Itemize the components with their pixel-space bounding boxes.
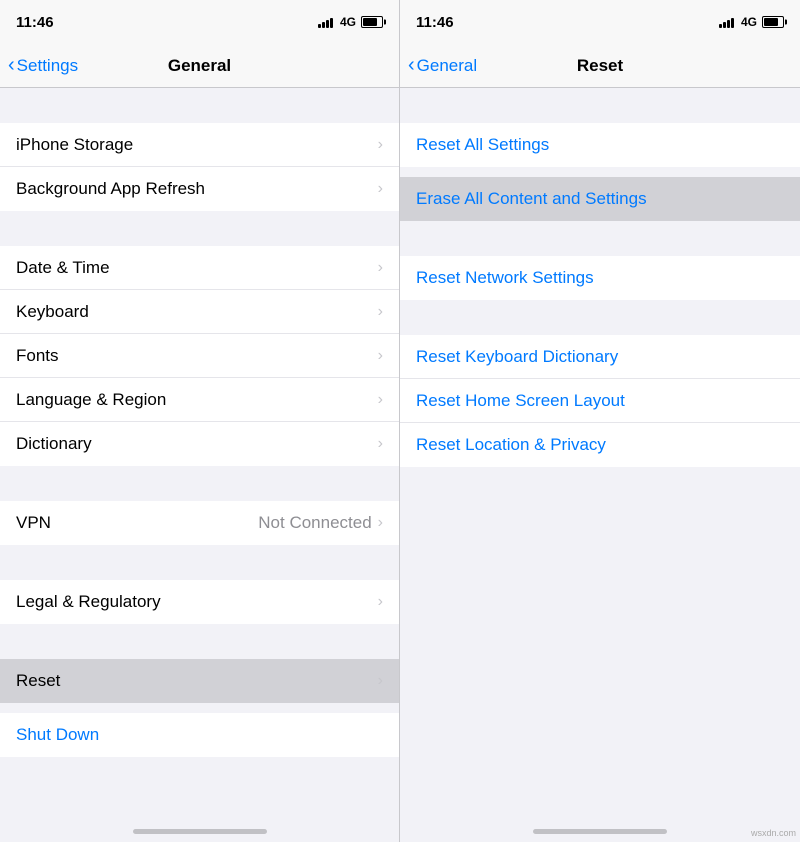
left-section-5: Reset ›	[0, 659, 399, 703]
iphone-storage-item[interactable]: iPhone Storage ›	[0, 123, 399, 167]
language-region-chevron-icon: ›	[378, 391, 383, 409]
reset-keyboard-dictionary-item[interactable]: Reset Keyboard Dictionary	[400, 335, 800, 379]
right-section-2: Erase All Content and Settings	[400, 177, 800, 221]
left-back-button[interactable]: ‹ Settings	[8, 55, 78, 77]
right-gap-2	[400, 167, 800, 177]
left-signal-icon	[318, 16, 333, 28]
right-battery-icon	[762, 16, 784, 28]
right-status-bar: 11:46 4G	[400, 0, 800, 44]
legal-regulatory-label: Legal & Regulatory	[16, 592, 378, 612]
left-gap-3	[0, 466, 399, 501]
right-time: 11:46	[416, 14, 454, 31]
left-time: 11:46	[16, 14, 54, 31]
left-gap-5	[0, 624, 399, 659]
date-time-chevron-icon: ›	[378, 259, 383, 277]
left-network-label: 4G	[340, 15, 356, 29]
fonts-chevron-icon: ›	[378, 347, 383, 365]
fonts-label: Fonts	[16, 346, 378, 366]
dictionary-label: Dictionary	[16, 434, 378, 454]
left-gap-2	[0, 211, 399, 246]
legal-regulatory-chevron-icon: ›	[378, 593, 383, 611]
language-region-item[interactable]: Language & Region ›	[0, 378, 399, 422]
keyboard-label: Keyboard	[16, 302, 378, 322]
left-section-2: Date & Time › Keyboard › Fonts › Languag…	[0, 246, 399, 466]
left-status-bar: 11:46 4G	[0, 0, 399, 44]
dictionary-chevron-icon: ›	[378, 435, 383, 453]
right-section-3: Reset Network Settings	[400, 256, 800, 300]
right-nav-title: Reset	[577, 56, 623, 76]
reset-home-screen-layout-label: Reset Home Screen Layout	[416, 391, 784, 411]
right-nav-bar: ‹ General Reset	[400, 44, 800, 88]
date-time-item[interactable]: Date & Time ›	[0, 246, 399, 290]
left-section-3: VPN Not Connected ›	[0, 501, 399, 545]
vpn-value: Not Connected	[258, 513, 371, 533]
reset-network-settings-label: Reset Network Settings	[416, 268, 784, 288]
reset-network-settings-item[interactable]: Reset Network Settings	[400, 256, 800, 300]
left-gap-4	[0, 545, 399, 580]
right-panel: 11:46 4G ‹ General Reset Reset All Setti…	[400, 0, 800, 842]
left-section-1: iPhone Storage › Background App Refresh …	[0, 123, 399, 211]
right-gap-1	[400, 88, 800, 123]
vpn-item[interactable]: VPN Not Connected ›	[0, 501, 399, 545]
left-back-chevron-icon: ‹	[8, 54, 15, 77]
left-nav-title: General	[168, 56, 231, 76]
right-home-bar	[533, 829, 667, 834]
reset-chevron-icon: ›	[378, 672, 383, 690]
left-home-indicator	[0, 757, 399, 842]
reset-keyboard-dictionary-label: Reset Keyboard Dictionary	[416, 347, 784, 367]
erase-all-content-label: Erase All Content and Settings	[416, 189, 784, 209]
date-time-label: Date & Time	[16, 258, 378, 278]
legal-regulatory-item[interactable]: Legal & Regulatory ›	[0, 580, 399, 624]
right-back-button[interactable]: ‹ General	[408, 55, 477, 77]
right-section-1: Reset All Settings	[400, 123, 800, 167]
left-gap-1	[0, 88, 399, 123]
reset-all-settings-label: Reset All Settings	[416, 135, 784, 155]
keyboard-item[interactable]: Keyboard ›	[0, 290, 399, 334]
right-gap-3	[400, 221, 800, 256]
left-back-label: Settings	[17, 56, 78, 76]
left-battery-icon	[361, 16, 383, 28]
dictionary-item[interactable]: Dictionary ›	[0, 422, 399, 466]
language-region-label: Language & Region	[16, 390, 378, 410]
reset-location-privacy-item[interactable]: Reset Location & Privacy	[400, 423, 800, 467]
iphone-storage-chevron-icon: ›	[378, 136, 383, 154]
background-app-refresh-chevron-icon: ›	[378, 180, 383, 198]
reset-item[interactable]: Reset ›	[0, 659, 399, 703]
fonts-item[interactable]: Fonts ›	[0, 334, 399, 378]
left-nav-bar: ‹ Settings General	[0, 44, 399, 88]
vpn-label: VPN	[16, 513, 258, 533]
right-gap-4	[400, 300, 800, 335]
reset-label: Reset	[16, 671, 378, 691]
shut-down-item[interactable]: Shut Down	[0, 713, 399, 757]
left-gap-6	[0, 703, 399, 713]
reset-all-settings-item[interactable]: Reset All Settings	[400, 123, 800, 167]
iphone-storage-label: iPhone Storage	[16, 135, 378, 155]
right-section-4: Reset Keyboard Dictionary Reset Home Scr…	[400, 335, 800, 467]
left-section-6: Shut Down	[0, 713, 399, 757]
reset-home-screen-layout-item[interactable]: Reset Home Screen Layout	[400, 379, 800, 423]
background-app-refresh-label: Background App Refresh	[16, 179, 378, 199]
shut-down-label: Shut Down	[16, 725, 383, 745]
left-home-bar	[133, 829, 267, 834]
reset-location-privacy-label: Reset Location & Privacy	[416, 435, 784, 455]
right-back-label: General	[417, 56, 477, 76]
right-home-indicator	[400, 467, 800, 842]
watermark: wsxdn.com	[751, 828, 796, 838]
keyboard-chevron-icon: ›	[378, 303, 383, 321]
background-app-refresh-item[interactable]: Background App Refresh ›	[0, 167, 399, 211]
right-network-label: 4G	[741, 15, 757, 29]
vpn-chevron-icon: ›	[378, 514, 383, 532]
right-back-chevron-icon: ‹	[408, 54, 415, 77]
erase-all-content-item[interactable]: Erase All Content and Settings	[400, 177, 800, 221]
right-status-icons: 4G	[719, 15, 784, 29]
left-section-4: Legal & Regulatory ›	[0, 580, 399, 624]
left-status-icons: 4G	[318, 15, 383, 29]
right-signal-icon	[719, 16, 734, 28]
left-panel: 11:46 4G ‹ Settings General iPhone Stora…	[0, 0, 400, 842]
